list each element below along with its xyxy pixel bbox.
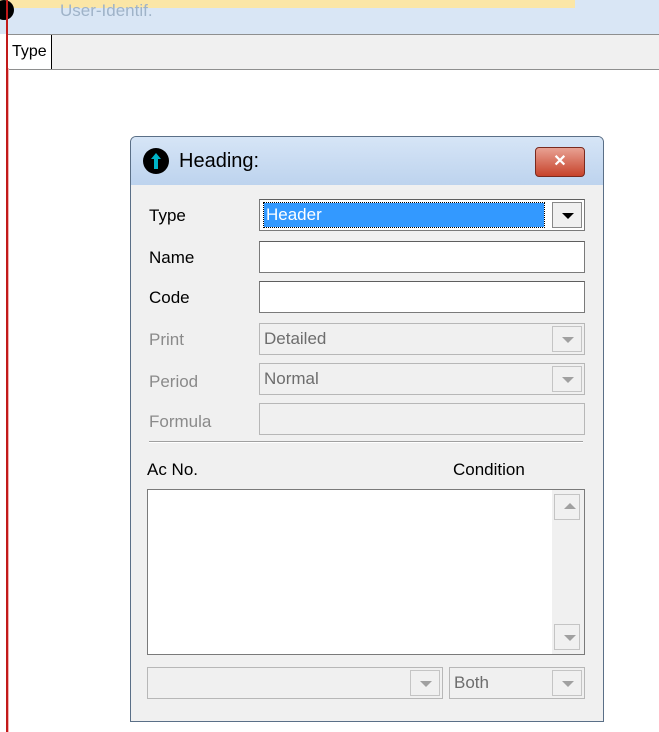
- acno-column-header: Ac No.: [147, 460, 199, 479]
- print-label: Print: [149, 330, 184, 349]
- period-combobox[interactable]: Normal: [259, 363, 585, 395]
- scroll-down-button[interactable]: [554, 624, 580, 650]
- type-dropdown-button[interactable]: [552, 202, 582, 228]
- scroll-up-button[interactable]: [554, 494, 580, 520]
- chevron-down-icon: [562, 213, 574, 219]
- section-divider: [149, 441, 583, 443]
- arrow-up-glyph: [151, 153, 161, 169]
- chevron-down-icon: [562, 337, 574, 343]
- condition-combobox[interactable]: Both: [449, 667, 585, 699]
- scroll-up-icon: [564, 503, 576, 509]
- chevron-down-icon: [562, 377, 574, 383]
- chevron-down-icon: [420, 681, 432, 687]
- info-arrow-icon: [143, 148, 169, 174]
- scroll-down-icon: [564, 635, 576, 641]
- type-combobox-value: Header: [263, 202, 545, 228]
- condition-column-header: Condition: [453, 460, 525, 479]
- print-combobox-value: Detailed: [264, 329, 327, 348]
- condition-combobox-value: Both: [454, 673, 489, 692]
- account-list-scrollbar[interactable]: [552, 490, 584, 654]
- background-window-title: User-Identif.: [60, 1, 153, 20]
- chevron-down-icon: [562, 681, 574, 687]
- dialog-titlebar[interactable]: Heading: ✕: [131, 137, 603, 185]
- print-dropdown-button[interactable]: [552, 326, 582, 352]
- grid-header-type[interactable]: Type: [8, 35, 52, 69]
- formula-label: Formula: [149, 412, 212, 431]
- name-label: Name: [149, 248, 195, 267]
- close-button[interactable]: ✕: [535, 147, 585, 177]
- account-dropdown-button[interactable]: [410, 670, 440, 696]
- type-combobox[interactable]: Header: [259, 199, 585, 231]
- period-combobox-value: Normal: [264, 369, 319, 388]
- name-input[interactable]: [259, 241, 585, 273]
- account-list[interactable]: [147, 489, 585, 655]
- formula-input[interactable]: [259, 403, 585, 435]
- code-input[interactable]: [259, 281, 585, 313]
- account-combobox[interactable]: [147, 667, 443, 699]
- condition-dropdown-button[interactable]: [552, 670, 582, 696]
- left-accent-border-inner: [8, 68, 9, 732]
- dialog-body: Type Header Name Code Print Detailed Per…: [131, 185, 601, 721]
- period-dropdown-button[interactable]: [552, 366, 582, 392]
- dialog-title: Heading:: [179, 150, 260, 172]
- code-label: Code: [149, 288, 190, 307]
- print-combobox[interactable]: Detailed: [259, 323, 585, 355]
- period-label: Period: [149, 372, 199, 391]
- heading-dialog: Heading: ✕ Type Header Name Code Print D…: [130, 136, 604, 722]
- background-grid-header: Type: [8, 34, 659, 70]
- type-label: Type: [149, 206, 186, 225]
- close-icon: ✕: [553, 153, 567, 170]
